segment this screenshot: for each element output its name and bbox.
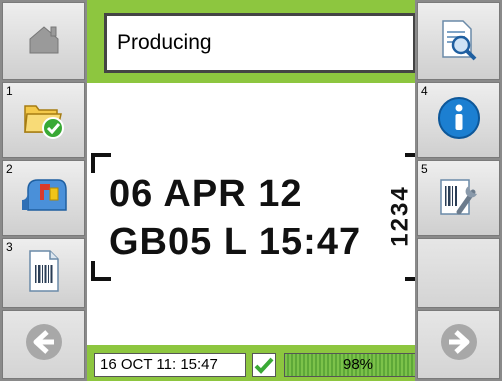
main-panel: Producing 06 APR 12 GB05 L 15:47 1234 16… (87, 0, 432, 381)
messages-button[interactable]: 2 (2, 160, 85, 236)
home-icon (24, 19, 64, 64)
document-search-button[interactable] (417, 2, 500, 80)
corner-bottom-left (91, 261, 111, 281)
corner-top-left (91, 153, 111, 173)
barcode-document-button[interactable]: 3 (2, 238, 85, 308)
preview-line-1: 06 APR 12 (109, 173, 303, 215)
empty-button[interactable] (417, 238, 500, 308)
info-icon (436, 95, 482, 146)
printer-screen: 1 2 3 Producing 06 APR 12 GB05 L 15:47 1… (0, 0, 502, 381)
date-time-display: 16 OCT 11: 15:47 (94, 353, 246, 377)
left-button-column: 1 2 3 (0, 0, 87, 381)
arrow-left-icon (23, 321, 65, 368)
previous-button[interactable] (2, 310, 85, 379)
job-select-button[interactable]: 1 (2, 82, 85, 158)
button-number: 4 (421, 84, 428, 98)
ink-level-bar: 98% (284, 353, 432, 377)
status-bar: 16 OCT 11: 15:47 98% (87, 351, 432, 379)
progress-label: 98% (342, 356, 374, 373)
button-number: 1 (6, 84, 13, 98)
print-preview[interactable]: 06 APR 12 GB05 L 15:47 1234 (87, 83, 421, 345)
ok-indicator (252, 353, 276, 377)
next-button[interactable] (417, 310, 500, 379)
barcode-tools-button[interactable]: 5 (417, 160, 500, 236)
home-button[interactable] (2, 2, 85, 80)
check-icon (253, 357, 275, 380)
folder-check-icon (21, 96, 67, 145)
button-number: 5 (421, 162, 428, 176)
barcode-tools-icon (437, 174, 481, 223)
arrow-right-icon (438, 321, 480, 368)
barcode-document-icon (27, 249, 61, 298)
mailbox-icon (20, 176, 68, 221)
document-search-icon (439, 17, 479, 66)
preview-line-2: GB05 L 15:47 (109, 221, 362, 263)
preview-vertical-code: 1234 (386, 185, 414, 247)
right-button-column: 4 5 (415, 0, 502, 381)
button-number: 3 (6, 240, 13, 254)
info-button[interactable]: 4 (417, 82, 500, 158)
status-display: Producing (104, 13, 416, 73)
button-number: 2 (6, 162, 13, 176)
